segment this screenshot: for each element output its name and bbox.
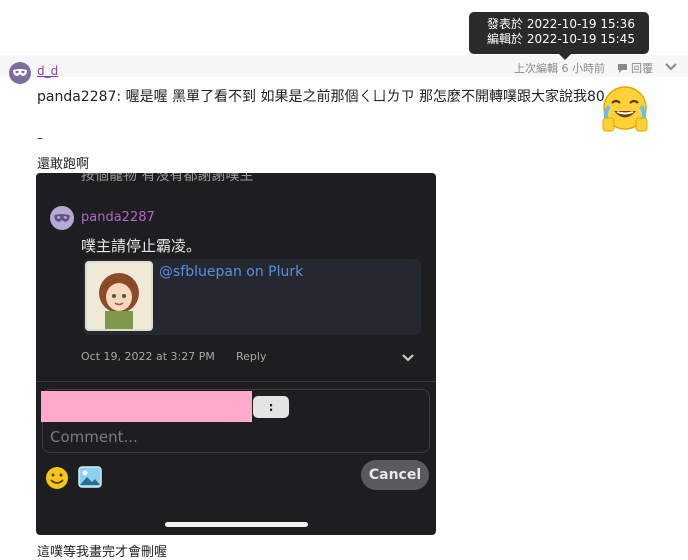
character-thumbnail [85,261,153,331]
avatar [50,206,74,230]
mask-icon [54,214,70,222]
home-indicator [165,522,308,527]
cancel-button: Cancel [361,460,429,490]
plurk-link: @sfbluepan on Plurk [159,264,304,280]
comment-icon [618,63,627,73]
screenshot-username: panda2287 [81,210,155,225]
avatar[interactable] [9,62,31,84]
chevron-down-icon [402,354,414,362]
timestamp-tooltip: 發表於 2022-10-19 15:36 編輯於 2022-10-19 15:4… [469,12,649,60]
post-text-bottom: 這噗等我畫完才會刪喔 [37,545,168,560]
posted-time: 發表於 2022-10-19 15:36 [487,17,635,31]
redaction-block [41,391,252,422]
screenshot-comment-text: 噗主請停止霸凌。 [81,237,202,255]
embedded-screenshot: 按個寵物 有沒有都謝謝噗主 panda2287 噗主請停止霸凌。 @sfblue… [36,173,436,535]
image-icon [78,466,102,488]
comment-date: Oct 19, 2022 at 3:27 PM [81,350,215,363]
edited-ago: 上次編輯 6 小時前 [514,62,605,75]
crying-laughing-emoji-icon [602,86,648,132]
mention-button: : [253,396,289,418]
comment-placeholder: Comment... [50,428,138,446]
character-image-icon [87,263,151,329]
link-card: @sfbluepan on Plurk [83,259,421,335]
screenshot-reply: Reply [236,350,267,363]
reply-button[interactable]: 回覆 [617,60,653,76]
post-username[interactable]: d_d [37,64,58,78]
divider [36,381,436,382]
post-text-line2: 還敢跑啊 [37,157,90,172]
chevron-down-icon[interactable] [664,59,678,73]
post-text: panda2287: 喔是喔 黑單了看不到 如果是之前那個ㄑㄩㄌㄗ 那怎麼不開轉… [37,89,605,105]
edited-time: 編輯於 2022-10-19 15:45 [487,32,635,46]
mask-icon [13,69,27,76]
cut-off-text: 按個寵物 有沒有都謝謝噗主 [81,173,254,184]
dash-separator: – [37,131,43,145]
reply-label: 回覆 [631,62,653,75]
smile-icon [46,467,68,489]
